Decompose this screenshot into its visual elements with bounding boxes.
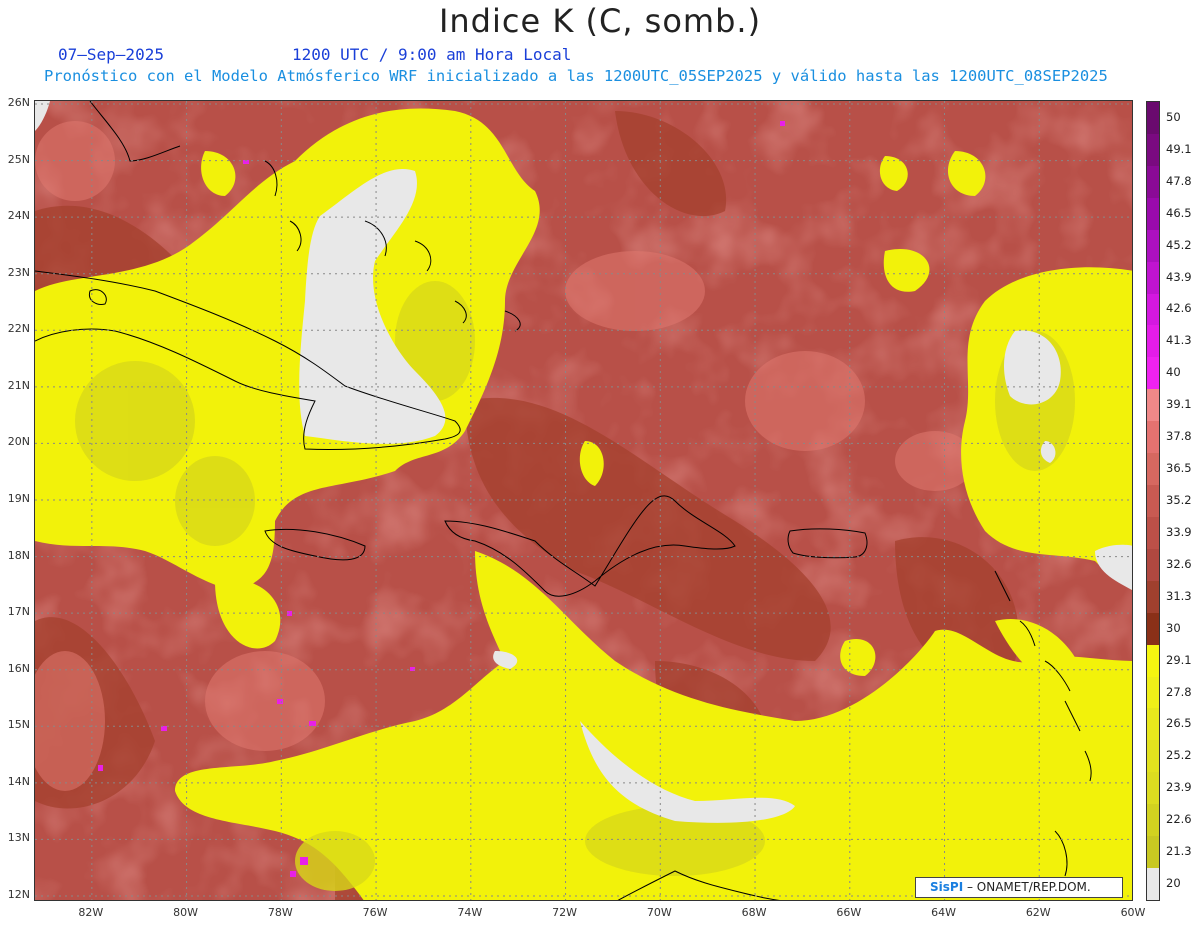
lon-label: 68W (741, 906, 767, 919)
color-scale-label: 43.9 (1166, 269, 1192, 284)
color-scale-label: 25.2 (1166, 748, 1192, 763)
color-scale-label: 46.5 (1166, 205, 1192, 220)
lat-label: 22N (7, 322, 30, 336)
k-index-map (34, 100, 1133, 901)
color-swatch (1147, 229, 1159, 263)
color-swatch (1147, 261, 1159, 294)
color-scale-label: 40 (1166, 365, 1181, 380)
color-swatch (1147, 804, 1159, 837)
color-scale-label: 35.2 (1166, 493, 1192, 507)
color-swatch (1147, 868, 1159, 901)
forecast-date: 07–Sep–2025 (58, 45, 164, 64)
lon-label: 80W (173, 906, 199, 919)
color-scale-label: 21.3 (1166, 844, 1192, 859)
color-swatch (1147, 612, 1159, 646)
lon-label: 72W (552, 906, 577, 919)
lat-label: 15N (7, 718, 30, 732)
color-scale-label: 50 (1166, 109, 1181, 124)
color-scale-label: 37.8 (1166, 429, 1192, 444)
color-swatch (1147, 389, 1159, 422)
credit-text: – ONAMET/REP.DOM. (963, 880, 1091, 894)
color-swatch (1147, 421, 1159, 454)
color-swatch (1147, 548, 1159, 582)
lon-label: 60W (1120, 906, 1146, 919)
lat-label: 21N (7, 378, 30, 392)
color-scale-label: 36.5 (1166, 461, 1192, 476)
color-swatch (1147, 485, 1159, 518)
lat-label: 19N (7, 492, 30, 505)
color-swatch (1147, 102, 1159, 135)
lon-label: 74W (457, 906, 483, 919)
color-scale-label: 47.8 (1166, 173, 1192, 188)
color-swatch (1147, 325, 1159, 358)
color-swatch (1147, 293, 1159, 326)
lat-label: 26N (7, 96, 30, 109)
color-scale-label: 49.1 (1166, 141, 1192, 156)
forecast-description: Pronóstico con el Modelo Atmósferico WRF… (44, 67, 1108, 85)
lat-label: 13N (7, 831, 30, 845)
color-scale-label: 31.3 (1166, 588, 1192, 603)
color-scale-label: 22.6 (1166, 812, 1192, 827)
color-scale-label: 45.2 (1166, 237, 1192, 252)
lat-label: 20N (7, 435, 30, 449)
color-swatch (1147, 836, 1159, 869)
color-swatch (1147, 133, 1159, 167)
lon-label: 78W (267, 906, 293, 919)
lat-label: 16N (7, 661, 30, 675)
color-swatch (1147, 165, 1159, 199)
color-scale-label: 32.6 (1166, 556, 1192, 571)
color-scale-label: 33.9 (1166, 524, 1192, 539)
color-swatch (1147, 516, 1159, 550)
color-swatch (1147, 197, 1159, 231)
map-title: Indice K (C, somb.) (438, 2, 762, 40)
lon-label: 70W (646, 906, 672, 919)
color-swatch (1147, 357, 1159, 390)
lat-label: 23N (7, 265, 30, 279)
lat-label: 14N (7, 774, 30, 788)
color-scale-label: 41.3 (1166, 333, 1192, 348)
color-scale-label: 23.9 (1166, 780, 1192, 795)
color-swatch (1147, 740, 1159, 773)
color-scale-label: 20 (1166, 876, 1181, 891)
lon-label: 66W (836, 906, 862, 919)
color-swatch (1147, 644, 1159, 678)
lat-label: 17N (7, 605, 30, 619)
color-swatch (1147, 453, 1159, 486)
color-scale-label: 42.6 (1166, 301, 1192, 316)
map-canvas (35, 101, 1132, 900)
color-scale-bar (1146, 101, 1160, 901)
lat-label: 24N (7, 209, 30, 223)
color-swatch (1147, 772, 1159, 805)
lat-label: 18N (7, 548, 30, 562)
color-scale-label: 29.1 (1166, 652, 1192, 667)
lon-label: 76W (362, 906, 388, 919)
lon-label: 82W (78, 906, 104, 919)
sispi-logo: SisPI (930, 880, 964, 894)
credit-box: SisPI – ONAMET/REP.DOM. (915, 877, 1123, 898)
color-scale-label: 26.5 (1166, 716, 1192, 731)
lon-label: 64W (931, 906, 956, 919)
lon-label: 62W (1025, 906, 1051, 919)
lat-label: 12N (7, 888, 30, 901)
color-swatch (1147, 580, 1159, 614)
lat-label: 25N (7, 152, 30, 166)
color-scale-label: 39.1 (1166, 397, 1192, 412)
color-scale-label: 27.8 (1166, 684, 1192, 699)
color-scale-label: 30 (1166, 620, 1181, 635)
color-swatch (1147, 676, 1159, 709)
color-swatch (1147, 708, 1159, 741)
forecast-time: 1200 UTC / 9:00 am Hora Local (292, 45, 572, 64)
